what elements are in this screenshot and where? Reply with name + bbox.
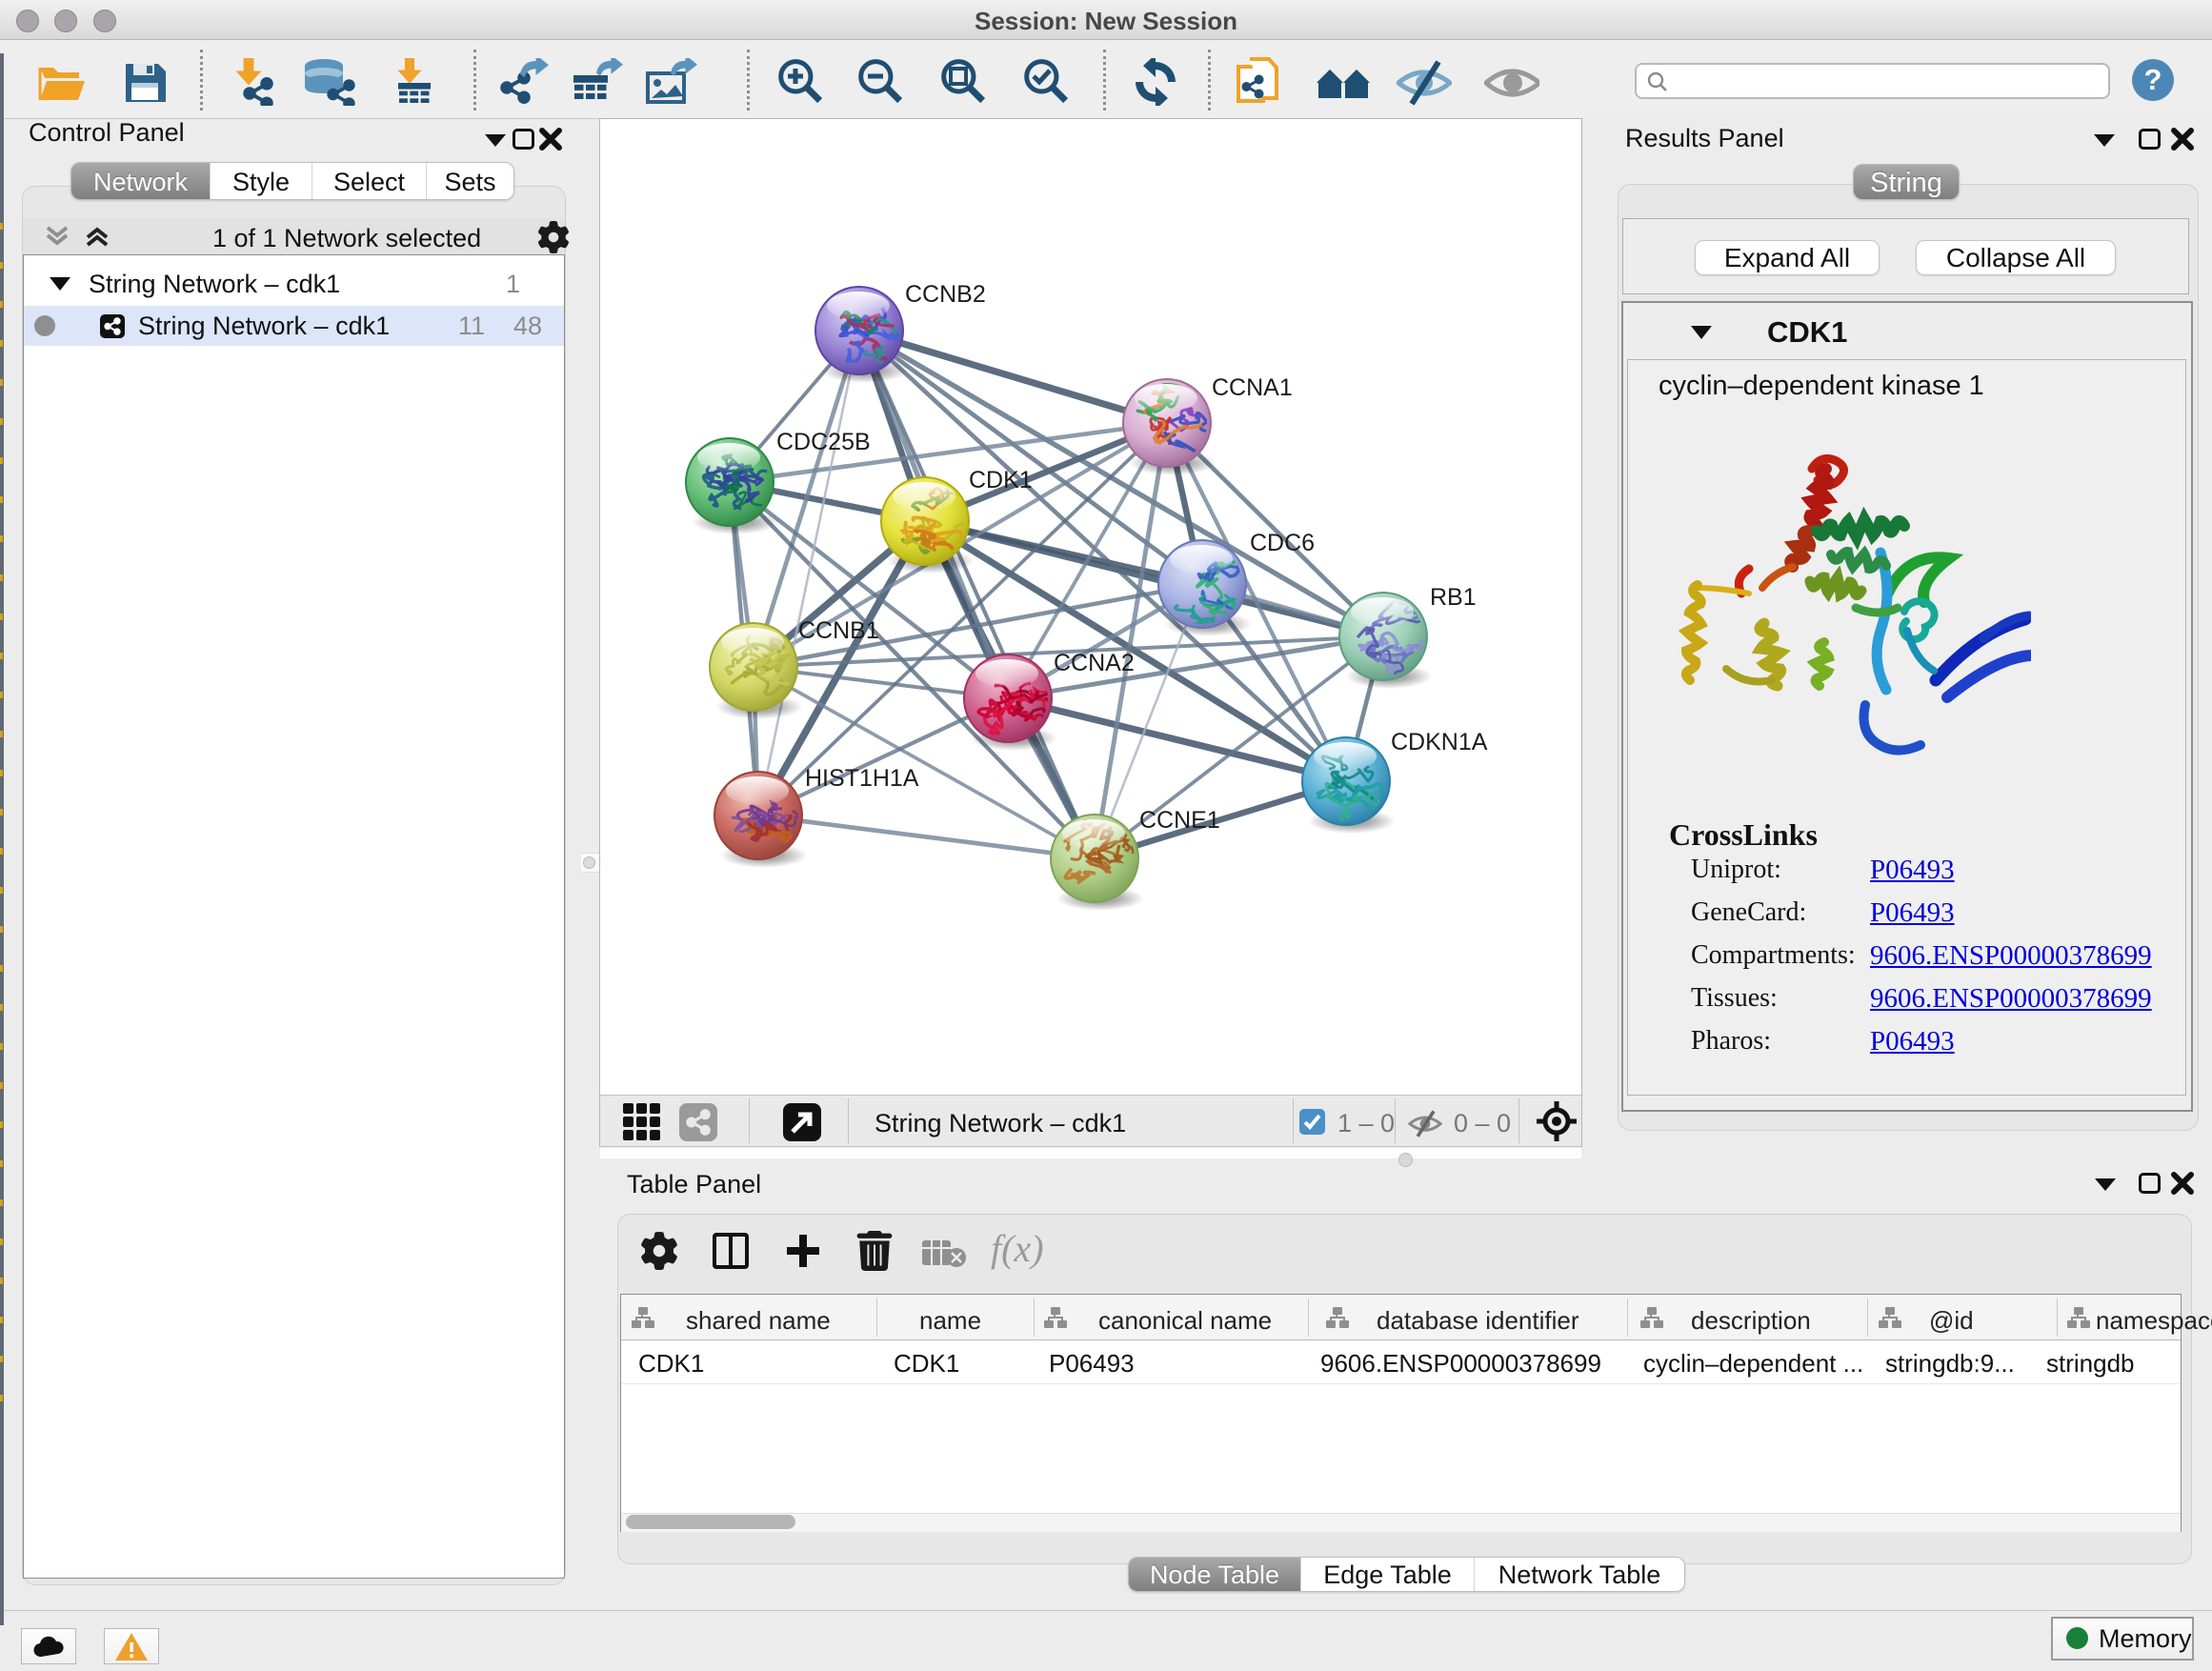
svg-text:CCNB1: CCNB1	[798, 617, 879, 644]
svg-text:CDKN1A: CDKN1A	[1391, 729, 1488, 755]
svg-text:CDK1: CDK1	[969, 467, 1033, 493]
svg-text:CDC6: CDC6	[1250, 530, 1315, 556]
svg-text:CCNE1: CCNE1	[1139, 807, 1220, 834]
svg-text:CDC25B: CDC25B	[776, 429, 871, 455]
svg-text:CCNA1: CCNA1	[1212, 374, 1293, 401]
svg-text:HIST1H1A: HIST1H1A	[805, 765, 919, 792]
svg-text:CCNB2: CCNB2	[905, 281, 986, 308]
svg-text:CCNA2: CCNA2	[1054, 650, 1135, 676]
svg-text:RB1: RB1	[1430, 584, 1477, 611]
